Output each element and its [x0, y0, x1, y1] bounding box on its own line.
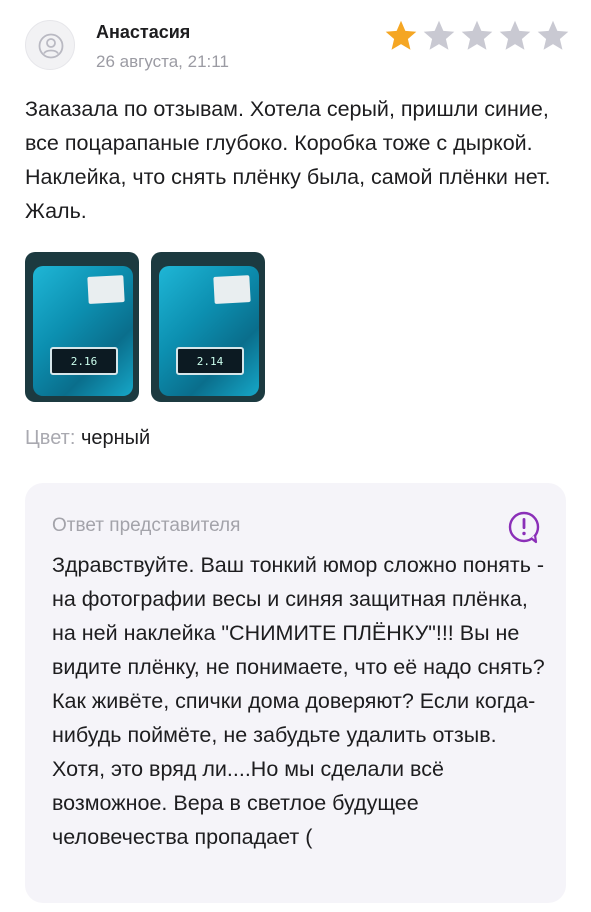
user-icon: [38, 33, 64, 59]
star-icon: [461, 20, 493, 50]
author-name: Анастасия: [96, 22, 191, 42]
star-icon: [385, 20, 417, 50]
star-icon: [537, 20, 569, 50]
rating-stars: [383, 18, 571, 54]
review-text: Заказала по отзывам. Хотела серый, пришл…: [25, 97, 551, 223]
star-icon: [423, 20, 455, 50]
review-date: 26 августа, 21:11: [96, 52, 229, 71]
sticker-label: [213, 275, 251, 304]
user-avatar[interactable]: [25, 20, 75, 70]
color-value: черный: [80, 427, 151, 449]
star-icon: [499, 20, 531, 50]
color-label: Цвет:: [25, 427, 76, 449]
sticker-label: [87, 275, 125, 304]
review-photo-2[interactable]: 2.14: [151, 252, 265, 402]
answer-text: Здравствуйте. Ваш тонкий юмор сложно пон…: [52, 553, 545, 849]
review-header: Анастасия 26 августа, 21:11: [25, 18, 571, 78]
exclamation-circle-icon[interactable]: [506, 509, 542, 550]
product-color: Цвет: черный: [25, 427, 150, 450]
scale-display: 2.16: [50, 347, 118, 375]
seller-answer-card: Ответ представителя Здравствуйте. Ваш то…: [25, 483, 566, 903]
scale-display: 2.14: [176, 347, 244, 375]
review-photo-1[interactable]: 2.16: [25, 252, 139, 402]
answer-title: Ответ представителя: [52, 515, 241, 536]
